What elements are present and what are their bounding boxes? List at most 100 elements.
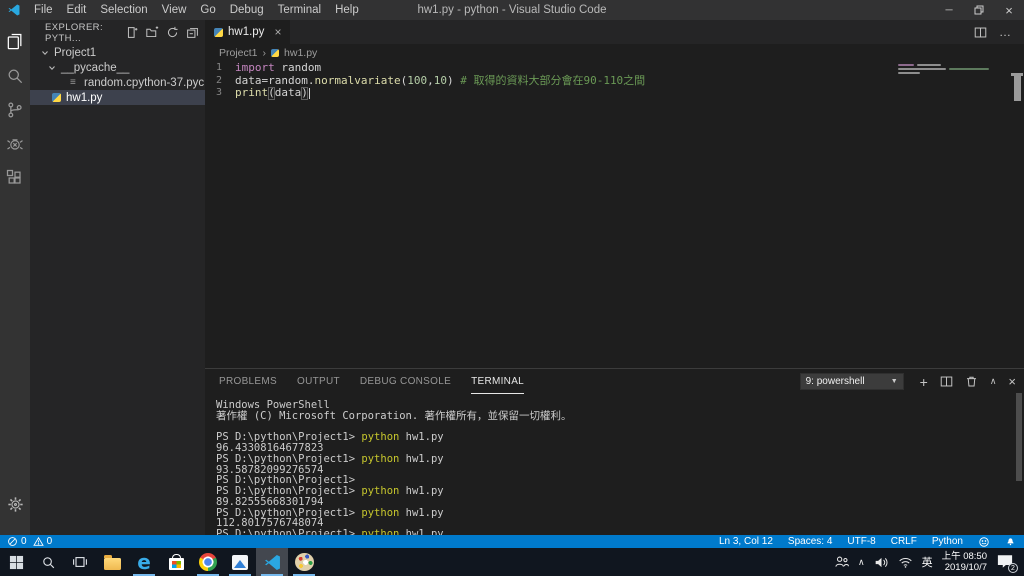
- terminal-text: hw1.py: [399, 506, 444, 519]
- tab-bar: hw1.py × …: [205, 20, 1024, 44]
- network-icon[interactable]: [898, 556, 913, 569]
- input-language-indicator[interactable]: 英: [922, 554, 933, 570]
- problems-status[interactable]: 0 0: [7, 536, 52, 547]
- vscode-taskbar-icon[interactable]: [256, 548, 288, 576]
- new-terminal-icon[interactable]: +: [920, 375, 928, 389]
- file-tree: Project1 __pycache__ ≡ random.cpython-37.py…: [30, 43, 205, 105]
- panel-tab-problems[interactable]: PROBLEMS: [219, 369, 277, 394]
- tray-date: 2019/10/7: [944, 562, 987, 573]
- tab-close-icon[interactable]: ×: [274, 25, 281, 39]
- terminal-text: hw1.py: [399, 528, 444, 535]
- paint-icon[interactable]: [288, 548, 320, 576]
- code-token: # 取得的資料大部分會在90-110之間: [460, 73, 646, 87]
- code-line: 3 print(data): [205, 87, 1024, 100]
- terminal-command: python: [361, 506, 400, 519]
- tree-item-hw1-py[interactable]: hw1.py: [30, 90, 205, 105]
- status-encoding[interactable]: UTF-8: [847, 536, 875, 547]
- menu-terminal[interactable]: Terminal: [271, 0, 328, 20]
- taskbar-search-icon[interactable]: [32, 548, 64, 576]
- split-terminal-icon[interactable]: [940, 375, 953, 388]
- menu-go[interactable]: Go: [193, 0, 222, 20]
- source-control-icon[interactable]: [0, 93, 30, 127]
- code-token: ): [301, 86, 308, 100]
- code-token: 10: [433, 73, 447, 87]
- chrome-icon[interactable]: [192, 548, 224, 576]
- maximize-panel-icon[interactable]: ∧: [990, 376, 997, 387]
- hidden-icons-chevron[interactable]: ∧: [858, 557, 865, 568]
- status-cursor-position[interactable]: Ln 3, Col 12: [719, 536, 773, 547]
- close-panel-icon[interactable]: ×: [1008, 374, 1016, 389]
- tree-item-random-cpython-37-pyc[interactable]: ≡ random.cpython-37.pyc: [30, 75, 205, 90]
- breadcrumb-separator-icon: ›: [262, 46, 267, 59]
- editor-scrollbar[interactable]: [1011, 73, 1023, 101]
- extensions-icon[interactable]: [0, 161, 30, 195]
- panel-tab-debug-console[interactable]: DEBUG CONSOLE: [360, 369, 451, 394]
- tab-hw1py[interactable]: hw1.py ×: [205, 20, 291, 44]
- terminal-scrollbar[interactable]: [1016, 393, 1022, 481]
- code-token: random: [274, 61, 322, 74]
- edge-icon[interactable]: e: [128, 548, 160, 576]
- tree-item-project1[interactable]: Project1: [30, 45, 205, 60]
- code-token: print: [235, 86, 269, 100]
- debug-icon[interactable]: [0, 127, 30, 161]
- people-icon[interactable]: [834, 555, 849, 569]
- menu-view[interactable]: View: [155, 0, 194, 20]
- volume-icon[interactable]: [874, 556, 889, 569]
- menu-debug[interactable]: Debug: [223, 0, 271, 20]
- warnings-icon: [32, 536, 44, 546]
- status-indentation[interactable]: Spaces: 4: [788, 536, 832, 547]
- terminal-output[interactable]: Windows PowerShell 著作權 (C) Microsoft Corp…: [205, 394, 1024, 535]
- photos-app-icon[interactable]: [224, 548, 256, 576]
- menu-bar: File Edit Selection View Go Debug Terminal Help: [27, 0, 366, 20]
- code-line: 2 data=random. normalvariate(100, 10) # 取得的…: [205, 73, 1024, 88]
- minimap[interactable]: [898, 64, 1008, 76]
- clock[interactable]: 上午 08:50 2019/10/7: [942, 551, 987, 573]
- new-folder-icon[interactable]: [146, 26, 159, 39]
- search-icon[interactable]: [0, 59, 30, 93]
- tree-item-pycache[interactable]: __pycache__: [30, 60, 205, 75]
- refresh-icon[interactable]: [166, 26, 179, 39]
- activity-bar: [0, 20, 30, 535]
- restore-button[interactable]: [964, 0, 994, 20]
- kill-terminal-icon[interactable]: [965, 375, 978, 388]
- menu-selection[interactable]: Selection: [93, 0, 154, 20]
- settings-gear-icon[interactable]: [0, 487, 30, 521]
- menu-help[interactable]: Help: [328, 0, 366, 20]
- code-token: ,: [427, 73, 434, 87]
- collapse-all-icon[interactable]: [186, 26, 199, 39]
- store-icon[interactable]: [160, 548, 192, 576]
- status-eol[interactable]: CRLF: [891, 536, 917, 547]
- notifications-bell-icon[interactable]: [1005, 536, 1016, 548]
- menu-file[interactable]: File: [27, 0, 60, 20]
- notification-count-badge: 2: [1008, 563, 1018, 573]
- tab-label: hw1.py: [228, 26, 265, 38]
- code-token: ): [446, 73, 461, 87]
- split-editor-icon[interactable]: [974, 26, 987, 39]
- tray-time: 上午 08:50: [941, 551, 987, 562]
- status-language-mode[interactable]: Python: [932, 536, 963, 547]
- terminal-text: hw1.py: [399, 485, 444, 497]
- panel-tab-output[interactable]: OUTPUT: [297, 369, 340, 394]
- close-window-button[interactable]: ×: [994, 0, 1024, 20]
- breadcrumb-folder[interactable]: Project1: [219, 47, 258, 59]
- minimize-button[interactable]: ─: [934, 0, 964, 20]
- status-bar: 0 0 Ln 3, Col 12 Spaces: 4 UTF-8 CRLF Python: [0, 535, 1024, 548]
- feedback-smiley-icon[interactable]: [978, 536, 990, 548]
- line-number: 1: [215, 62, 222, 73]
- new-file-icon[interactable]: [126, 26, 139, 39]
- explorer-sidebar: EXPLORER: PYTH... Project1 __pycache__ ≡ ra…: [30, 20, 205, 535]
- chevron-down-icon: [47, 63, 61, 73]
- file-explorer-icon[interactable]: [96, 548, 128, 576]
- action-center-icon[interactable]: 2: [996, 553, 1018, 573]
- start-button[interactable]: [0, 548, 32, 576]
- code-editor[interactable]: 1 import random 2 data=random. normalvariate…: [205, 61, 1024, 368]
- more-actions-icon[interactable]: …: [999, 26, 1012, 38]
- errors-count: 0: [21, 536, 27, 547]
- menu-edit[interactable]: Edit: [60, 0, 94, 20]
- explorer-icon[interactable]: [0, 25, 30, 59]
- shell-selector-dropdown[interactable]: 9: powershell ▼: [799, 373, 904, 390]
- task-view-icon[interactable]: [64, 548, 96, 576]
- breadcrumb-file[interactable]: hw1.py: [284, 47, 317, 59]
- panel-tab-terminal[interactable]: TERMINAL: [471, 369, 525, 394]
- explorer-actions: [126, 26, 199, 39]
